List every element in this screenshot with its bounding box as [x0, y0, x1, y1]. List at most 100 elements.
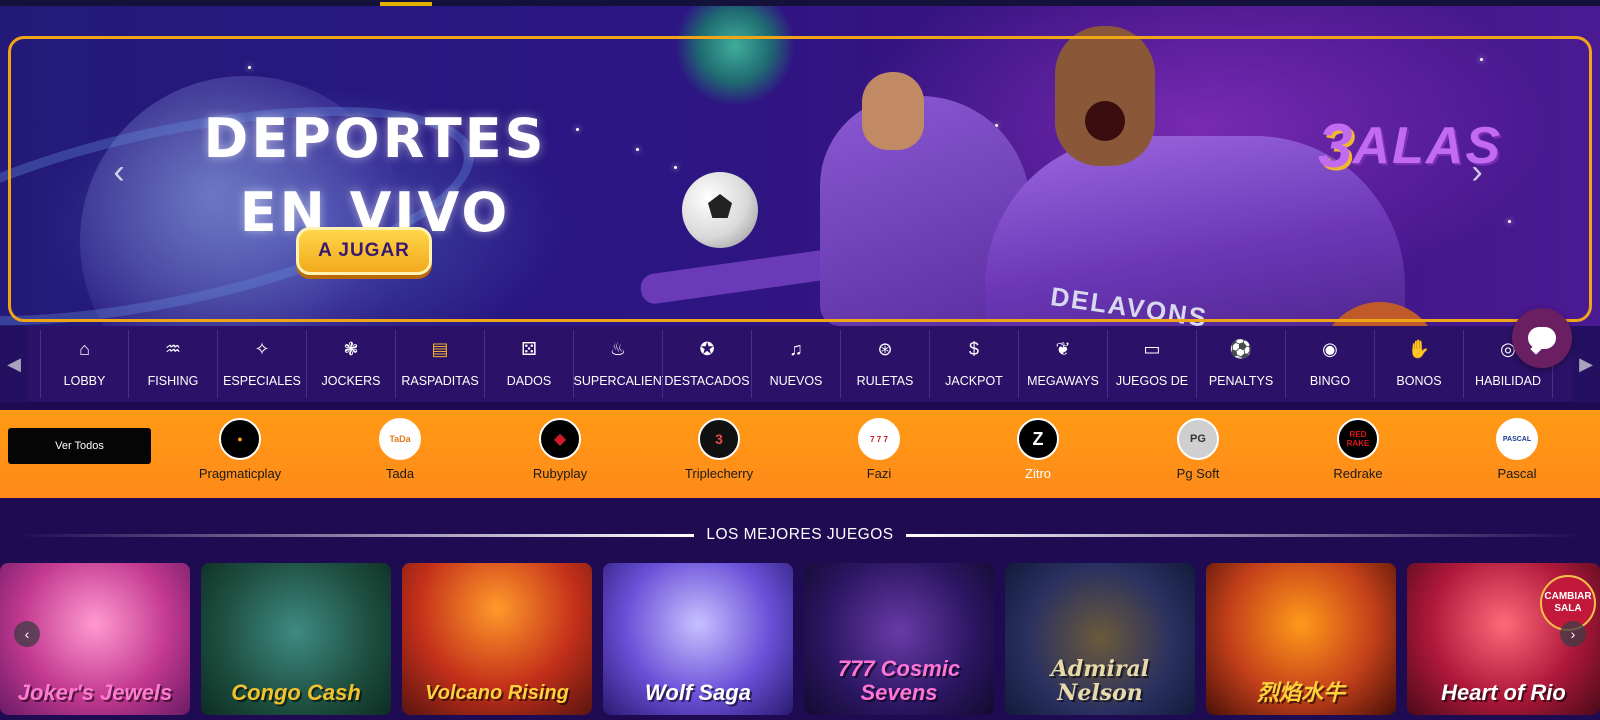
section-title: LOS MEJORES JUEGOS [0, 522, 1600, 548]
hero-frame [8, 36, 1592, 322]
category-label: RULETAS [856, 374, 914, 388]
fish-icon: ♒ [164, 338, 182, 359]
category-label: FISHING [147, 374, 199, 388]
category-label: JUEGOS DE [1115, 374, 1189, 388]
chat-bubble-icon [1528, 327, 1556, 349]
category-label: RASPADITAS [401, 374, 479, 388]
hero-banner[interactable]: DEPORTES EN VIVO A JUGAR DELAVONS 3 ALAS… [0, 6, 1600, 326]
game-title: Heart of Rio [1441, 680, 1566, 705]
category-item-penaltys[interactable]: ⚽ PENALTYS [1197, 330, 1286, 398]
provider-fazi[interactable]: 7 7 7 Fazi [819, 418, 939, 490]
game-title: Joker's Jewels [17, 680, 173, 705]
provider-rubyplay[interactable]: ◆ Rubyplay [500, 418, 620, 490]
zitro-logo: Z [1017, 418, 1059, 460]
category-item-nuevos[interactable]: ♫ NUEVOS [752, 330, 841, 398]
provider-zitro[interactable]: Z Zitro [978, 418, 1098, 490]
category-label: JOCKERS [321, 374, 381, 388]
game-card[interactable]: Volcano Rising [402, 563, 592, 715]
table-game-icon: ▭ [1143, 338, 1161, 359]
category-bar: ◀ ⌂ LOBBY ♒ FISHING ✧ ESPECIALES ❃ JOCKE… [0, 326, 1600, 402]
joker-icon: ❃ [343, 338, 359, 359]
category-item-jockers[interactable]: ❃ JOCKERS [307, 330, 396, 398]
category-track: ⌂ LOBBY ♒ FISHING ✧ ESPECIALES ❃ JOCKERS… [40, 330, 1570, 398]
game-card[interactable]: 烈焰水牛 [1206, 563, 1396, 715]
game-title: 烈焰水牛 [1256, 680, 1345, 705]
provider-pg-soft[interactable]: PG Pg Soft [1138, 418, 1258, 490]
game-card[interactable]: Admiral Nelson [1005, 563, 1195, 715]
category-item-megaways[interactable]: ❦ MEGAWAYS [1019, 330, 1108, 398]
game-title: Wolf Saga [645, 680, 751, 705]
game-title: Admiral Nelson [1050, 656, 1150, 706]
provider-pascal[interactable]: PASCAL Pascal [1457, 418, 1577, 490]
category-item-bonos[interactable]: ✋ BONOS [1375, 330, 1464, 398]
category-item-especiales[interactable]: ✧ ESPECIALES [218, 330, 307, 398]
fire-icon: ♨ [609, 338, 627, 359]
category-label: ESPECIALES [223, 374, 301, 388]
bingo-ball-icon: ◉ [1322, 338, 1338, 359]
category-item-jackpot[interactable]: $ JACKPOT [930, 330, 1019, 398]
games-carousel: Joker's Jewels Congo Cash Volcano Rising… [0, 563, 1600, 715]
games-prev-arrow-icon[interactable]: ‹ [14, 621, 40, 647]
category-label: LOBBY [63, 374, 106, 388]
game-title: 777 Cosmic Sevens [837, 656, 961, 705]
category-label: BONOS [1396, 374, 1442, 388]
category-item-bingo[interactable]: ◉ BINGO [1286, 330, 1375, 398]
category-item-ruletas[interactable]: ⊛ RULETAS [841, 330, 930, 398]
category-item-fishing[interactable]: ♒ FISHING [129, 330, 218, 398]
fazi-logo: 7 7 7 [858, 418, 900, 460]
category-scroll-left-icon[interactable]: ◀ [0, 326, 28, 402]
provider-name: Pg Soft [1176, 466, 1220, 481]
category-label: DADOS [506, 374, 552, 388]
pg-soft-logo: PG [1177, 418, 1219, 460]
category-item-juegos-de[interactable]: ▭ JUEGOS DE [1108, 330, 1197, 398]
games-next-arrow-icon[interactable]: › [1560, 621, 1586, 647]
category-label: MEGAWAYS [1027, 374, 1099, 388]
rubyplay-logo: ◆ [539, 418, 581, 460]
provider-name: Pragmaticplay [198, 466, 282, 481]
category-item-lobby[interactable]: ⌂ LOBBY [40, 330, 129, 398]
section-title-line-left [14, 533, 695, 537]
bonus-hand-icon: ✋ [1407, 338, 1431, 359]
roulette-icon: ⊛ [877, 338, 893, 359]
soccer-ball-icon: ⚽ [1229, 338, 1253, 359]
category-scroll-right-icon[interactable]: ▶ [1572, 326, 1600, 402]
provider-redrake[interactable]: RED RAKE Redrake [1298, 418, 1418, 490]
category-label: SUPERCALIENTES [573, 374, 663, 388]
game-card[interactable]: 777 Cosmic Sevens [804, 563, 994, 715]
scratch-card-icon: ▤ [431, 338, 449, 359]
triplecherry-logo: 3 [698, 418, 740, 460]
provider-triplecherry[interactable]: 3 Triplecherry [659, 418, 779, 490]
category-item-destacados[interactable]: ✪ DESTACADOS [663, 330, 752, 398]
game-title: Volcano Rising [425, 682, 569, 704]
provider-name: Pascal [1497, 466, 1537, 481]
pascal-logo: PASCAL [1496, 418, 1538, 460]
provider-pragmaticplay[interactable]: ● Pragmaticplay [180, 418, 300, 490]
redrake-logo: RED RAKE [1337, 418, 1379, 460]
category-item-raspaditas[interactable]: ▤ RASPADITAS [396, 330, 485, 398]
dice-icon: ⚄ [521, 338, 537, 359]
chat-button[interactable] [1512, 308, 1572, 368]
game-card[interactable]: Wolf Saga [603, 563, 793, 715]
award-icon: ✪ [699, 338, 715, 359]
section-title-line-right [905, 533, 1586, 537]
money-bag-icon: $ [968, 338, 979, 359]
category-label: NUEVOS [769, 374, 823, 388]
view-all-button[interactable]: Ver Todos [8, 428, 151, 464]
home-icon: ⌂ [79, 338, 90, 359]
game-title: Congo Cash [231, 680, 361, 705]
category-label: PENALTYS [1208, 374, 1274, 388]
bell-icon: ♫ [789, 338, 803, 359]
provider-name: Fazi [866, 466, 892, 481]
category-item-supercalientes[interactable]: ♨ SUPERCALIENTES [574, 330, 663, 398]
megaways-icon: ❦ [1055, 338, 1071, 359]
game-card[interactable]: Congo Cash [201, 563, 391, 715]
sparkle-icon: ✧ [254, 338, 270, 359]
provider-name: Rubyplay [532, 466, 588, 481]
category-item-dados[interactable]: ⚄ DADOS [485, 330, 574, 398]
provider-name: Triplecherry [684, 466, 754, 481]
provider-name: Tada [385, 466, 415, 481]
providers-bar: Ver Todos ● Pragmaticplay TaDa Tada ◆ Ru… [0, 410, 1600, 498]
category-label: BINGO [1309, 374, 1351, 388]
section-title-text: LOS MEJORES JUEGOS [706, 526, 894, 543]
provider-tada[interactable]: TaDa Tada [340, 418, 460, 490]
